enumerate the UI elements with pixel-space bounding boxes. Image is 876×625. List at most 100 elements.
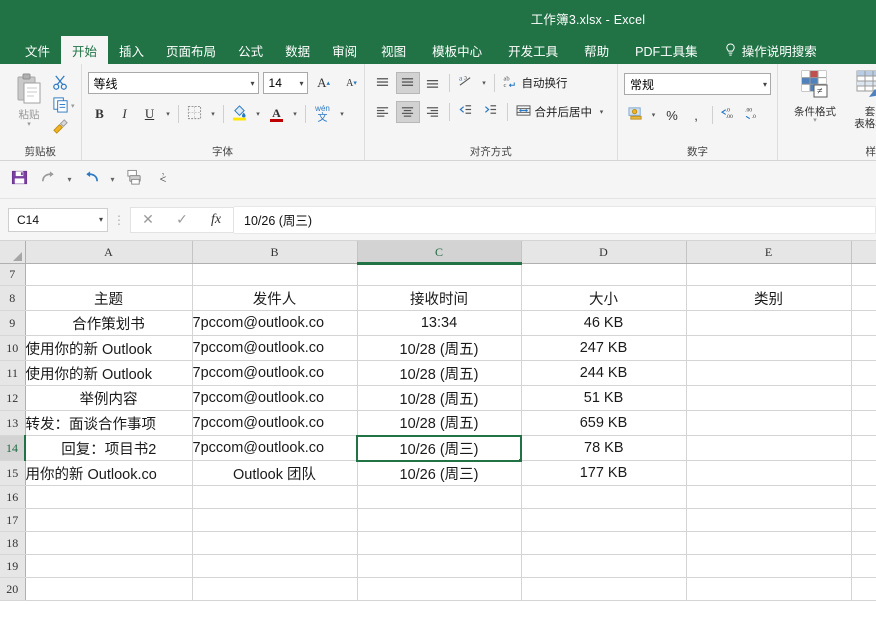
underline-button[interactable]: U — [138, 103, 162, 125]
chevron-down-icon[interactable]: ▾ — [596, 108, 607, 116]
fill-color-button[interactable] — [228, 103, 252, 125]
copy-button[interactable]: ▾ — [52, 96, 75, 116]
redo-dropdown-icon[interactable]: ▾ — [64, 175, 75, 184]
cell-c19[interactable] — [357, 554, 522, 578]
phonetic-guide-button[interactable]: wén 文 — [310, 103, 336, 125]
confirm-entry-button[interactable]: ✓ — [165, 208, 199, 232]
cell-a15[interactable]: 用你的新 Outlook.co — [25, 460, 193, 486]
cell-e7[interactable] — [686, 263, 852, 286]
align-left-button[interactable] — [371, 101, 395, 123]
cell-a9[interactable]: 合作策划书 — [25, 310, 193, 336]
increase-indent-button[interactable] — [479, 101, 503, 123]
save-button[interactable] — [6, 167, 32, 193]
chevron-down-icon[interactable]: ▾ — [71, 103, 75, 110]
cell-d15[interactable]: 177 KB — [521, 460, 687, 486]
chevron-down-icon[interactable]: ▾ — [253, 110, 264, 118]
cell-d14[interactable]: 78 KB — [521, 435, 687, 461]
tab-formulas[interactable]: 公式 — [227, 36, 274, 64]
cell-a13[interactable]: 转发：面谈合作事项 — [25, 410, 193, 436]
cell-c16[interactable] — [357, 485, 522, 509]
tab-help[interactable]: 帮助 — [571, 36, 622, 64]
cell-d13[interactable]: 659 KB — [521, 410, 687, 436]
row-header-18[interactable]: 18 — [0, 531, 26, 555]
column-header-e[interactable]: E — [686, 241, 852, 264]
row-header-14[interactable]: 14 — [0, 435, 26, 461]
cell-e18[interactable] — [686, 531, 852, 555]
cell-d10[interactable]: 247 KB — [521, 335, 687, 361]
cell-f9[interactable] — [851, 310, 876, 336]
column-header-c[interactable]: C — [357, 241, 522, 265]
cell-b11[interactable]: 7pccom@outlook.co — [192, 360, 358, 386]
redo-button[interactable] — [35, 167, 61, 193]
orientation-button[interactable]: a ɔ — [454, 72, 478, 94]
cell-f15[interactable] — [851, 460, 876, 486]
chevron-down-icon[interactable]: ▾ — [479, 79, 490, 87]
insert-function-button[interactable]: fx — [199, 208, 233, 232]
column-header-b[interactable]: B — [192, 241, 358, 264]
cell-c17[interactable] — [357, 508, 522, 532]
cell-c12[interactable]: 10/28 (周五) — [357, 385, 522, 411]
cell-b18[interactable] — [192, 531, 358, 555]
cell-b17[interactable] — [192, 508, 358, 532]
row-header-9[interactable]: 9 — [0, 310, 26, 336]
row-header-8[interactable]: 8 — [0, 285, 26, 311]
cell-f13[interactable] — [851, 410, 876, 436]
cell-d17[interactable] — [521, 508, 687, 532]
cell-e14[interactable] — [686, 435, 852, 461]
tab-review[interactable]: 审阅 — [321, 36, 368, 64]
row-header-11[interactable]: 11 — [0, 360, 26, 386]
conditional-formatting-button[interactable]: ≠ 条件格式 ▾ — [786, 69, 844, 124]
cell-a7[interactable] — [25, 263, 193, 286]
row-header-16[interactable]: 16 — [0, 485, 26, 509]
font-name-combo[interactable]: 等线 ▾ — [87, 72, 259, 94]
cell-b20[interactable] — [192, 577, 358, 601]
cell-b13[interactable]: 7pccom@outlook.co — [192, 410, 358, 436]
format-as-table-button[interactable]: 套 表格格 — [850, 69, 876, 130]
tab-view[interactable]: 视图 — [368, 36, 419, 64]
increase-decimal-button[interactable]: .0 .00 — [718, 104, 740, 126]
cell-d19[interactable] — [521, 554, 687, 578]
percent-style-button[interactable]: % — [661, 104, 683, 126]
font-color-button[interactable]: A — [265, 103, 289, 125]
cell-f18[interactable] — [851, 531, 876, 555]
increase-font-size-button[interactable]: A ▴ — [312, 72, 336, 94]
row-header-20[interactable]: 20 — [0, 577, 26, 601]
align-top-button[interactable] — [371, 72, 395, 94]
cell-a18[interactable] — [25, 531, 193, 555]
merge-center-button[interactable]: 合并后居中 ▾ — [512, 104, 612, 120]
row-header-15[interactable]: 15 — [0, 460, 26, 486]
column-header-a[interactable]: A — [25, 241, 193, 264]
cell-f14[interactable] — [851, 435, 876, 461]
cell-a10[interactable]: 使用你的新 Outlook — [25, 335, 193, 361]
cell-e16[interactable] — [686, 485, 852, 509]
row-header-19[interactable]: 19 — [0, 554, 26, 578]
comma-style-button[interactable]: , — [685, 104, 707, 126]
cell-d11[interactable]: 244 KB — [521, 360, 687, 386]
cell-a12[interactable]: 举例内容 — [25, 385, 193, 411]
fill-handle[interactable] — [518, 457, 519, 459]
cell-a19[interactable] — [25, 554, 193, 578]
cell-f17[interactable] — [851, 508, 876, 532]
cell-f20[interactable] — [851, 577, 876, 601]
cell-a20[interactable] — [25, 577, 193, 601]
cell-a17[interactable] — [25, 508, 193, 532]
tab-home[interactable]: 开始 — [61, 36, 109, 64]
cell-b15[interactable]: Outlook 团队 — [192, 460, 358, 486]
cancel-entry-button[interactable]: ✕ — [131, 208, 165, 232]
cell-d7[interactable] — [521, 263, 687, 286]
cell-d16[interactable] — [521, 485, 687, 509]
formula-input[interactable]: 10/26 (周三) — [234, 205, 876, 234]
cell-f10[interactable] — [851, 335, 876, 361]
cell-a8[interactable]: 主题 — [25, 285, 193, 311]
tab-insert[interactable]: 插入 — [108, 36, 155, 64]
align-middle-button[interactable] — [395, 71, 420, 94]
cell-e19[interactable] — [686, 554, 852, 578]
row-header-17[interactable]: 17 — [0, 508, 26, 532]
cell-f7[interactable] — [851, 263, 876, 286]
font-size-combo[interactable]: 14 ▾ — [262, 72, 308, 94]
cell-d9[interactable]: 46 KB — [521, 310, 687, 336]
tab-template-center[interactable]: 模板中心 — [419, 36, 495, 64]
cell-a11[interactable]: 使用你的新 Outlook — [25, 360, 193, 386]
cell-b14[interactable]: 7pccom@outlook.co — [192, 435, 358, 461]
cell-b8[interactable]: 发件人 — [192, 285, 358, 311]
